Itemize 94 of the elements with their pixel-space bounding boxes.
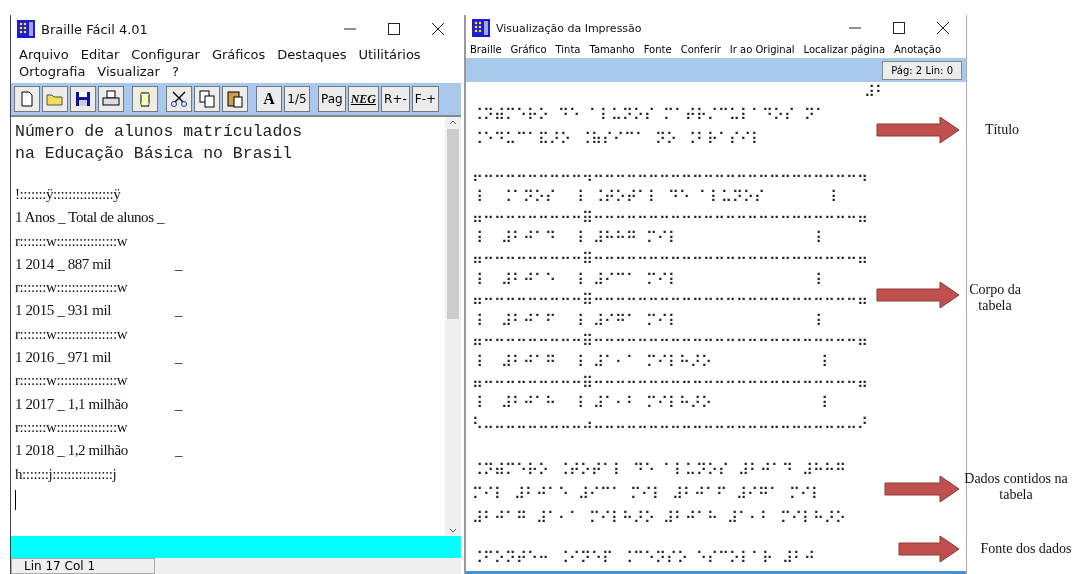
- window-title: Visualização da Impressão: [496, 21, 642, 35]
- braille-line: ⠨⠝⠾⠍⠑⠗⠕ ⠙⠑ ⠁⠇⠥⠝⠕⠎ ⠍⠁⠞⠗⠌⠉⠥⠇⠁⠙⠕⠎ ⠝⠁: [472, 104, 827, 125]
- save-icon: [73, 89, 93, 109]
- text-cursor: [15, 489, 16, 510]
- braille-line: ⠶⠒⠒⠒⠒⠒⠒⠒⠒⠒⠿⠒⠒⠒⠒⠒⠒⠒⠒⠒⠒⠒⠒⠒⠒⠒⠒⠒⠒⠒⠒⠒⠒⠒⠒⠶: [472, 372, 868, 393]
- braille-line: ⠣⠤⠤⠤⠤⠤⠤⠤⠤⠤⠴⠤⠤⠤⠤⠤⠤⠤⠤⠤⠤⠤⠤⠤⠤⠤⠤⠤⠤⠤⠤⠤⠤⠤⠤⠜: [472, 413, 868, 434]
- document-line: _: [175, 348, 183, 368]
- document-line: r:::::::w::::::::::::::::w: [15, 231, 129, 251]
- braille-line: ⠨⠋⠕⠝⠞⠑⠒ ⠨⠊⠝⠑⠏ ⠨⠉⠑⠝⠎⠕ ⠑⠎⠉⠕⠇⠁⠗ ⠼⠃⠚: [472, 548, 816, 569]
- braille-line: ⠸ ⠼⠃⠚⠁⠛ ⠸ ⠼⠁⠂⠁ ⠍⠊⠇⠓⠜⠕ ⠸: [472, 351, 829, 372]
- maximize-icon[interactable]: [892, 21, 906, 35]
- braille-line: ⠸ ⠨⠁⠝⠕⠎ ⠸ ⠨⠞⠕⠞⠁⠇ ⠙⠑ ⠁⠇⠥⠝⠕⠎ ⠸: [472, 187, 837, 208]
- close-icon[interactable]: [936, 21, 950, 35]
- braille-line: ⠸ ⠼⠃⠚⠁⠑ ⠸ ⠼⠊⠉⠁ ⠍⠊⠇ ⠸: [472, 269, 822, 290]
- arrow-icon: [898, 535, 960, 563]
- menu-item[interactable]: Conferir: [680, 44, 721, 55]
- braille-line: ⠍⠊⠇ ⠼⠃⠚⠁⠑ ⠼⠊⠉⠁ ⠍⠊⠇ ⠼⠃⠚⠁⠋ ⠼⠊⠛⠁ ⠍⠊⠇: [472, 484, 822, 505]
- menu-item[interactable]: Destaques: [277, 46, 347, 63]
- braille-page-number: ⠼⠃: [864, 82, 886, 102]
- document-line: r:::::::w::::::::::::::::w: [15, 417, 129, 437]
- menu-item[interactable]: Tamanho: [589, 44, 635, 55]
- menu-item[interactable]: ?: [171, 63, 179, 80]
- status-position: Lin 17 Col 1: [11, 558, 155, 574]
- menu-item[interactable]: Fonte: [643, 44, 672, 55]
- menu-item[interactable]: Tinta: [555, 44, 581, 55]
- scrollbar[interactable]: [445, 117, 461, 536]
- window-title: Braille Fácil 4.01: [41, 21, 148, 37]
- scrollbar-thumb[interactable]: [447, 129, 459, 319]
- document-line: !:::::::ÿ::::::::::::::::ÿ: [15, 185, 122, 204]
- menu-item[interactable]: Visualizar: [97, 63, 160, 80]
- maximize-icon[interactable]: [387, 22, 401, 36]
- close-icon[interactable]: [431, 22, 445, 36]
- menu-item[interactable]: Editar: [80, 46, 120, 63]
- braille-line: ⠸ ⠼⠃⠚⠁⠙ ⠸ ⠼⠓⠓⠛ ⠍⠊⠇ ⠸: [472, 228, 822, 249]
- arrow-icon: [884, 475, 960, 503]
- document-line: _: [175, 254, 183, 274]
- braille-line: ⠨⠑⠙⠥⠉⠁⠯⠜⠕ ⠨⠷⠎⠊⠉⠁ ⠝⠕ ⠨⠃⠗⠁⠎⠊⠇: [472, 128, 763, 149]
- toolbar-button[interactable]: Pag: [318, 86, 346, 112]
- menu-item[interactable]: Gráficos: [211, 46, 266, 63]
- document-line: 1 2014 _ 887 mil: [15, 254, 113, 274]
- toolbar-button[interactable]: [98, 86, 124, 112]
- annotation-label: Fonte dos dados: [979, 541, 1073, 557]
- document-line: r:::::::w::::::::::::::::w: [15, 324, 129, 344]
- toolbar-button[interactable]: F-+: [411, 86, 440, 112]
- document-line: 1 2016 _ 971 mil: [15, 348, 113, 368]
- menu-item[interactable]: Arquivo: [19, 46, 69, 63]
- document-line: 1 2018 _ 1,2 milhão: [15, 441, 129, 461]
- menu-item[interactable]: Braille: [470, 44, 502, 55]
- toolbar-button[interactable]: 1/5: [284, 86, 310, 112]
- annotation-label: Dados contidos na tabela: [963, 471, 1069, 503]
- menu-item[interactable]: Ir ao Original: [729, 44, 795, 55]
- document-line: r:::::::w::::::::::::::::w: [15, 278, 129, 298]
- document-line: h:::::::j::::::::::::::::j: [15, 464, 118, 484]
- braille-line: ⠸ ⠼⠃⠚⠁⠓ ⠸ ⠼⠁⠂⠃ ⠍⠊⠇⠓⠜⠕ ⠸: [472, 393, 829, 414]
- document-heading: na Educação Básica no Brasil: [15, 143, 294, 165]
- document-line: _: [175, 301, 183, 321]
- arrow-icon: [876, 116, 960, 144]
- toolbar-button[interactable]: [222, 86, 248, 112]
- document-heading: Número de alunos matrículados: [15, 121, 304, 143]
- braille-line: ⠶⠒⠒⠒⠒⠒⠒⠒⠒⠒⠿⠒⠒⠒⠒⠒⠒⠒⠒⠒⠒⠒⠒⠒⠒⠒⠒⠒⠒⠒⠒⠒⠒⠒⠒⠶: [472, 331, 868, 352]
- paste-icon: [225, 89, 245, 109]
- copy-icon: [197, 89, 217, 109]
- braille-line: ⠶⠒⠒⠒⠒⠒⠒⠒⠒⠒⠿⠒⠒⠒⠒⠒⠒⠒⠒⠒⠒⠒⠒⠒⠒⠒⠒⠒⠒⠒⠒⠒⠒⠒⠒⠶: [472, 290, 868, 311]
- menu-item[interactable]: Gráfico: [510, 44, 547, 55]
- document-line: 1 Anos _ Total de alunos _: [15, 208, 166, 228]
- toolbar-button[interactable]: A: [256, 86, 282, 112]
- document-line: 1 2017 _ 1,1 milhão: [15, 394, 129, 414]
- braille-line: ⠨⠝⠾⠍⠑⠗⠕ ⠨⠞⠕⠞⠁⠇ ⠙⠑ ⠁⠇⠥⠝⠕⠎ ⠼⠃⠚⠁⠙ ⠼⠓⠓⠛: [472, 460, 846, 481]
- printer-icon: [101, 89, 121, 109]
- document-line: 1 2015 _ 931 mil: [15, 301, 113, 321]
- menu-item[interactable]: Utilitários: [358, 46, 421, 63]
- braille-line: ⠸ ⠼⠃⠚⠁⠋ ⠸ ⠼⠊⠛⠁ ⠍⠊⠇ ⠸: [472, 310, 822, 331]
- document-line: _: [175, 441, 183, 461]
- menu-item[interactable]: Configurar: [131, 46, 200, 63]
- braille-line: ⠶⠒⠒⠒⠒⠒⠒⠒⠒⠒⠿⠒⠒⠒⠒⠒⠒⠒⠒⠒⠒⠒⠒⠒⠒⠒⠒⠒⠒⠒⠒⠒⠒⠒⠒⠶: [472, 248, 868, 269]
- braille-line: ⠼⠃⠚⠁⠛ ⠼⠁⠂⠁ ⠍⠊⠇⠓⠜⠕ ⠼⠃⠚⠁⠓ ⠼⠁⠂⠃ ⠍⠊⠇⠓⠜⠕: [472, 508, 846, 529]
- toolbar-button[interactable]: [166, 86, 192, 112]
- document-line: r:::::::w::::::::::::::::w: [15, 371, 129, 391]
- toolbar-button[interactable]: NEG: [347, 86, 379, 112]
- page-indicator[interactable]: Pág: 2 Lin: 0: [882, 60, 962, 80]
- arrow-icon: [876, 281, 960, 309]
- menu-item[interactable]: Anotação: [894, 44, 942, 55]
- menu-item[interactable]: Localizar página: [803, 44, 885, 55]
- menu-item[interactable]: Ortografia: [19, 63, 86, 80]
- toolbar-button[interactable]: R+-: [381, 86, 410, 112]
- braille-line: ⠖⠒⠒⠒⠒⠒⠒⠒⠒⠒⠲⠒⠒⠒⠒⠒⠒⠒⠒⠒⠒⠒⠒⠒⠒⠒⠒⠒⠒⠒⠒⠒⠒⠒⠒⠲: [472, 166, 868, 187]
- document-line: _: [175, 394, 183, 414]
- annotation-label: Corpo da tabela: [968, 282, 1022, 314]
- app-icon: [472, 19, 490, 37]
- scissors-icon: [169, 89, 189, 109]
- toolbar-button[interactable]: [70, 86, 96, 112]
- app-icon: [17, 20, 35, 38]
- annotation-label: Título: [983, 122, 1021, 138]
- braille-line: ⠶⠒⠒⠒⠒⠒⠒⠒⠒⠒⠿⠒⠒⠒⠒⠒⠒⠒⠒⠒⠒⠒⠒⠒⠒⠒⠒⠒⠒⠒⠒⠒⠒⠒⠒⠶: [472, 207, 868, 228]
